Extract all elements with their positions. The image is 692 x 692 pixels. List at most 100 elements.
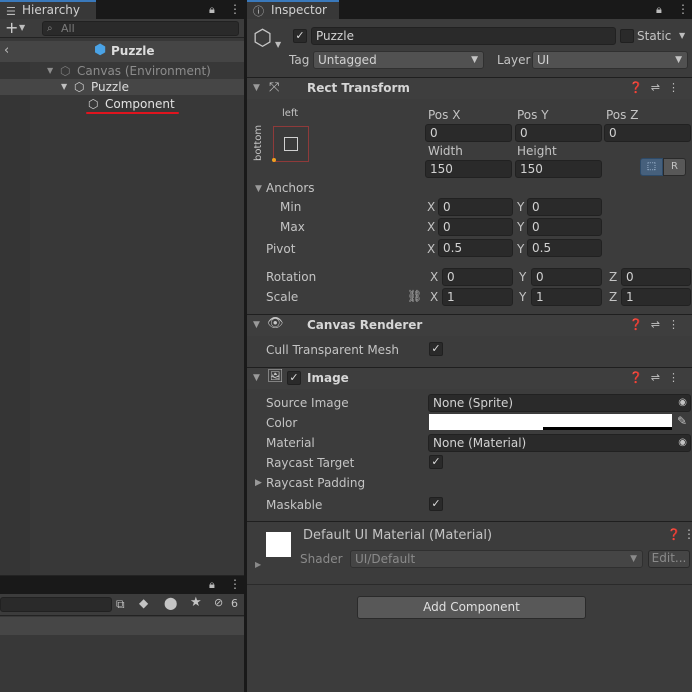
label-tag-icon[interactable]: ⬤ [164,596,177,610]
maskable-checkbox[interactable]: ✓ [429,497,443,511]
object-picker-icon[interactable]: ◉ [678,435,687,451]
rect-transform-header[interactable]: ▼ ⤧ Rect Transform ❓⇌⋮ [247,77,692,99]
scale-z-input[interactable]: 1 [621,288,691,306]
help-icon[interactable]: ❓ [667,528,681,541]
more-menu-icon[interactable]: ⋮ [229,577,241,591]
eyedropper-icon[interactable]: ✎ [677,414,687,428]
source-image-field[interactable]: None (Sprite) ◉ [428,394,691,412]
canvas-renderer-header[interactable]: ▼ 👁︎ Canvas Renderer ❓⇌⋮ [247,314,692,336]
cull-transparent-mesh-checkbox[interactable]: ✓ [429,342,443,356]
image-header[interactable]: ▼ 🖼︎ ✓ Image ❓⇌⋮ [247,367,692,389]
rotation-z-input[interactable]: 0 [621,268,691,286]
more-menu-icon[interactable]: ⋮ [683,527,692,541]
cull-transparent-mesh-label: Cull Transparent Mesh [266,343,399,357]
pos-x-input[interactable]: 0 [425,124,512,142]
project-panel: 🔒︎ ⋮ ⧉ ◆ ⬤ ★ ⊘ 6 [0,575,244,692]
scale-x-input[interactable]: 1 [442,288,513,306]
tree-item-canvas[interactable]: ▼ ⬡ Canvas (Environment) [0,63,244,79]
help-icon[interactable]: ❓ [629,81,651,94]
lock-icon[interactable]: 🔒︎ [209,3,215,17]
scene-header[interactable]: ‹ ⬢ Puzzle [0,41,244,62]
active-checkbox[interactable]: ✓ [293,29,307,43]
edit-shader-button[interactable]: Edit... [648,550,690,568]
pos-z-label: Pos Z [606,108,639,122]
rect-transform-icon: ⤧ [269,80,280,95]
more-menu-icon[interactable]: ⋮ [668,318,687,331]
project-search-input[interactable] [0,597,112,612]
hierarchy-search-input[interactable]: ⌕ All [42,21,239,36]
divider [247,584,692,585]
favorite-star-icon[interactable]: ★ [190,595,202,610]
more-menu-icon[interactable]: ⋮ [229,2,241,16]
anchor-preset-button[interactable] [272,126,309,162]
presets-icon[interactable]: ⇌ [651,371,668,384]
axis-x-label: X [430,290,439,304]
material-field[interactable]: None (Material) ◉ [428,434,691,452]
rotation-x-input[interactable]: 0 [442,268,513,286]
image-enabled-checkbox[interactable]: ✓ [287,371,301,385]
chevron-down-icon[interactable]: ▼ [19,23,25,32]
shader-dropdown[interactable]: UI/Default ▼ [350,550,643,568]
create-plus-icon[interactable]: + [5,19,18,37]
foldout-arrow-icon[interactable]: ▼ [253,373,260,383]
anchor-max-x-input[interactable]: 0 [438,218,513,236]
material-label: Material [266,436,315,450]
tab-inspector[interactable]: ⓘ Inspector [247,0,339,19]
height-input[interactable]: 150 [515,160,602,178]
add-component-button[interactable]: Add Component [357,596,586,619]
pos-y-input[interactable]: 0 [515,124,602,142]
foldout-arrow-icon[interactable]: ▼ [47,63,53,79]
static-checkbox[interactable] [620,29,634,43]
pivot-x-input[interactable]: 0.5 [438,239,513,257]
object-name-input[interactable]: Puzzle [311,27,616,45]
scale-y-input[interactable]: 1 [531,288,602,306]
tab-hierarchy[interactable]: ☰ Hierarchy [0,0,96,19]
project-list-row[interactable] [0,617,244,635]
lock-icon[interactable]: 🔒︎ [656,3,662,17]
layer-dropdown[interactable]: UI ▼ [532,51,688,69]
tag-dropdown[interactable]: Untagged ▼ [313,51,484,69]
more-menu-icon[interactable]: ⋮ [668,371,687,384]
anchor-max-y-input[interactable]: 0 [527,218,602,236]
raycast-target-checkbox[interactable]: ✓ [429,455,443,469]
filter-by-type-icon[interactable]: ◆ [139,596,148,610]
lock-icon[interactable]: 🔒︎ [209,578,215,592]
foldout-arrow-icon[interactable]: ▼ [61,79,67,95]
foldout-arrow-icon[interactable]: ▼ [253,320,260,330]
help-icon[interactable]: ❓ [629,318,651,331]
chevron-down-icon[interactable]: ▼ [679,31,685,40]
tree-item-puzzle[interactable]: ▼ ⬡ Puzzle [0,79,244,95]
anchor-preset-side-label: bottom [253,124,264,161]
foldout-arrow-icon[interactable]: ▼ [255,184,262,194]
pos-z-input[interactable]: 0 [604,124,691,142]
foldout-arrow-right-icon[interactable]: ▶ [255,478,262,488]
anchor-preset-top-label: left [282,108,299,119]
back-arrow-icon[interactable]: ‹ [4,43,9,58]
width-input[interactable]: 150 [425,160,512,178]
rotation-y-input[interactable]: 0 [531,268,602,286]
tree-item-component[interactable]: ⬡ Component [0,96,244,112]
raycast-padding-label[interactable]: Raycast Padding [266,476,365,490]
pivot-y-input[interactable]: 0.5 [527,239,602,257]
chevron-down-icon: ▼ [630,554,637,564]
blueprint-mode-button[interactable]: ⬚ [640,158,663,176]
foldout-arrow-icon[interactable]: ▼ [253,83,260,93]
color-swatch[interactable] [429,414,672,430]
presets-icon[interactable]: ⇌ [651,318,668,331]
axis-y-label: Y [517,220,525,234]
constrain-proportions-icon[interactable]: ⛓ [407,289,422,303]
anchor-min-y-input[interactable]: 0 [527,198,602,216]
presets-icon[interactable]: ⇌ [651,81,668,94]
anchor-min-x-input[interactable]: 0 [438,198,513,216]
more-menu-icon[interactable]: ⋮ [677,2,689,16]
raw-edit-button[interactable]: R [663,158,686,176]
search-by-type-icon[interactable]: ⧉ [116,597,125,612]
more-menu-icon[interactable]: ⋮ [668,81,687,94]
axis-y-label: Y [519,270,527,284]
panel-divider[interactable] [244,0,246,692]
object-picker-icon[interactable]: ◉ [678,395,687,411]
chevron-down-icon[interactable]: ▼ [275,40,281,49]
foldout-arrow-right-icon[interactable]: ▶ [255,560,261,569]
hidden-packages-icon[interactable]: ⊘ [214,596,223,609]
help-icon[interactable]: ❓ [629,371,651,384]
